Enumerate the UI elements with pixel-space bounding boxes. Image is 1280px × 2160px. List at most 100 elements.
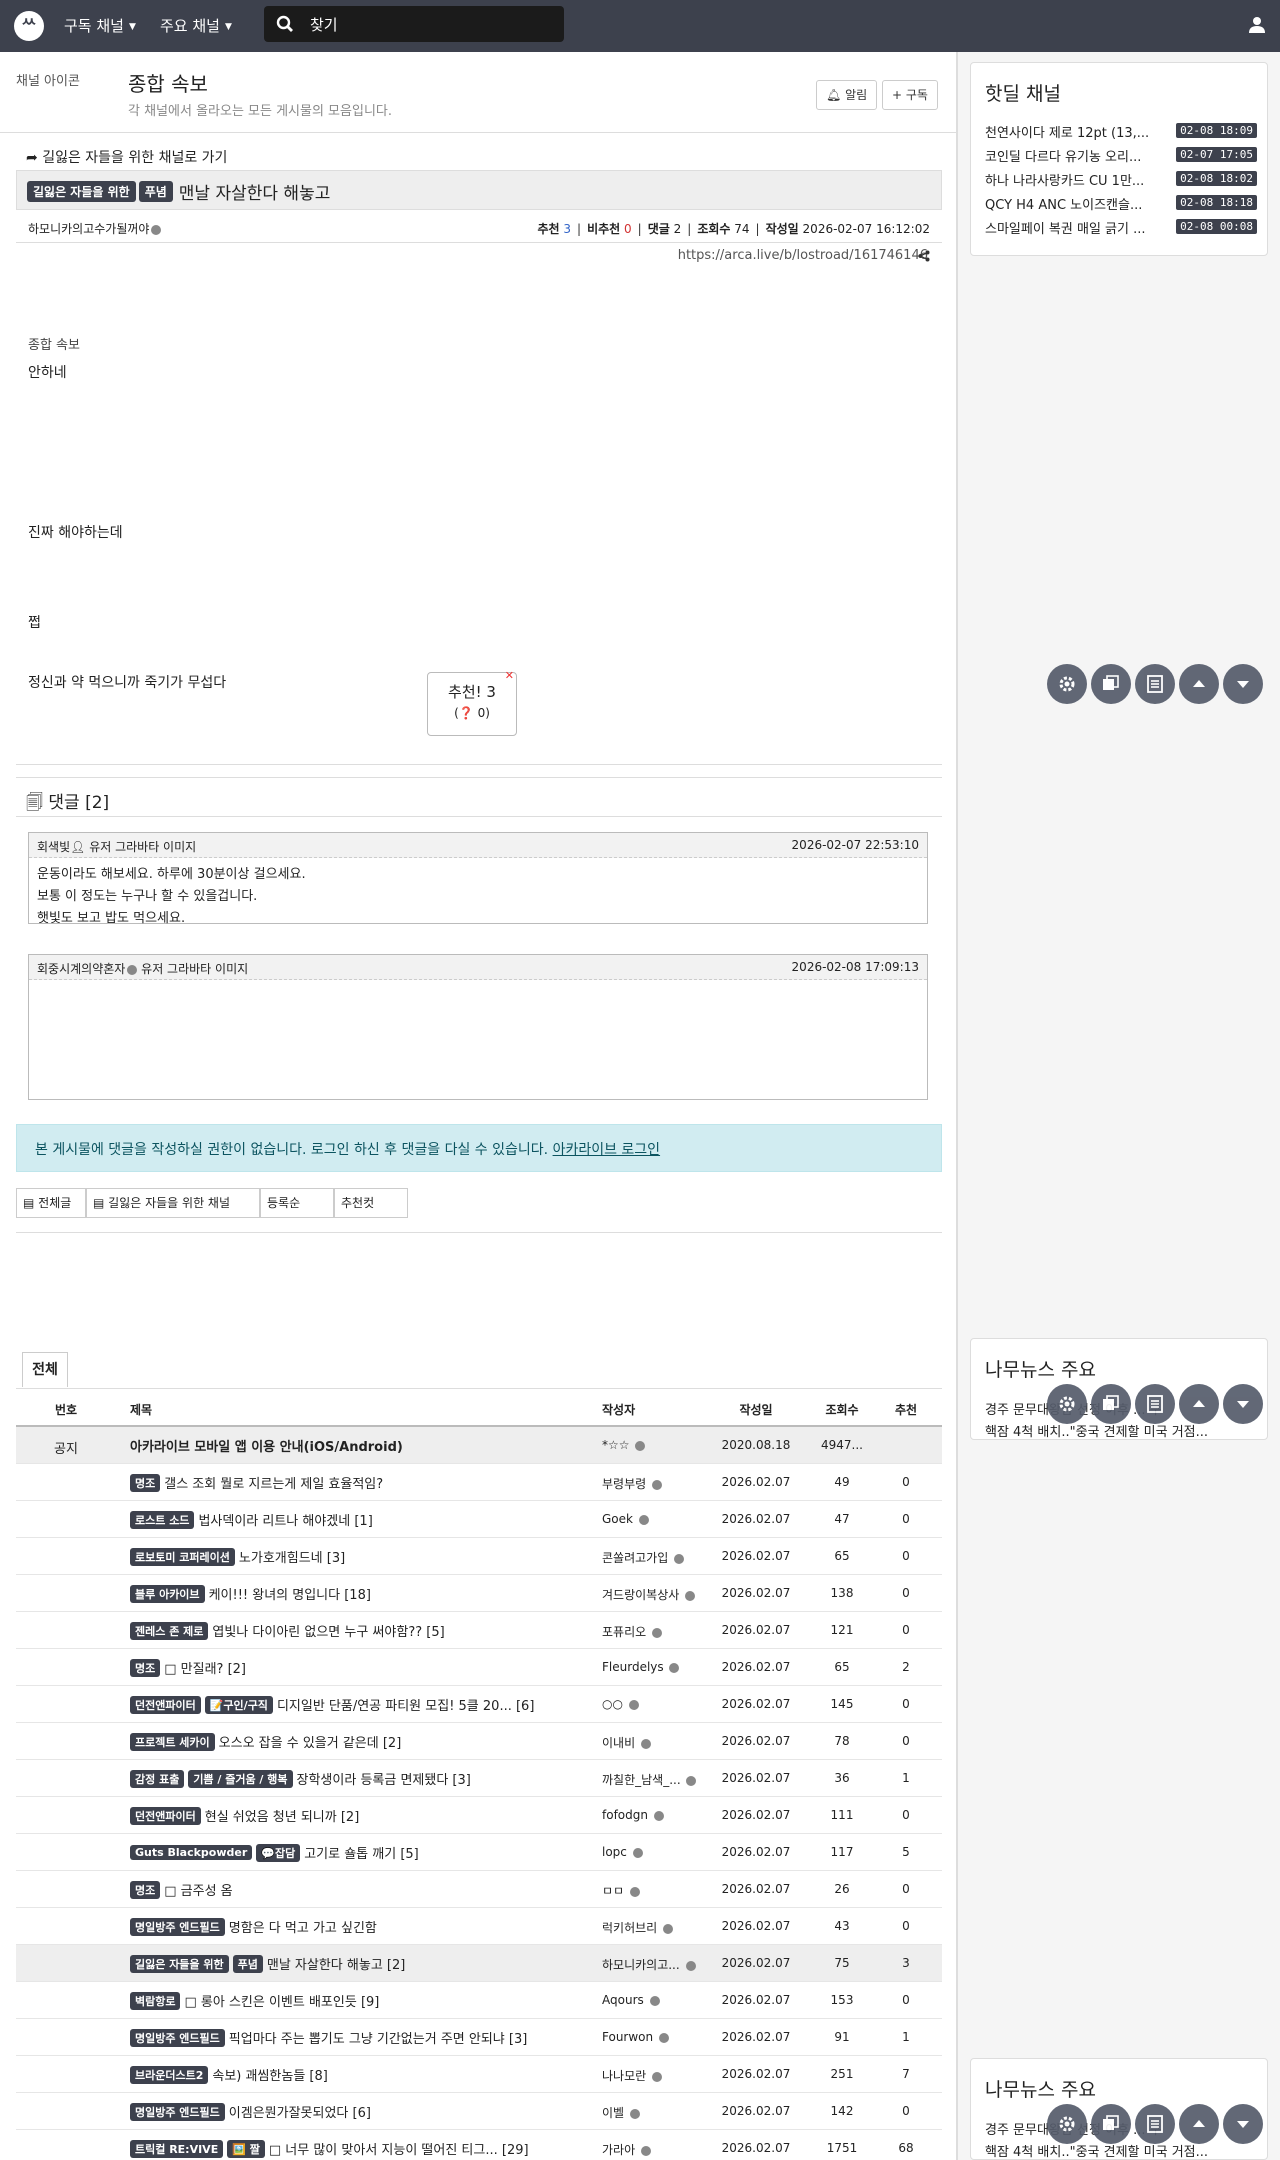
post-author[interactable]: 까칠한_남색_... [602,1771,702,1788]
category-badge[interactable]: 명일방주 엔드필드 [130,1917,225,1936]
scroll-up-button[interactable] [1179,1384,1219,1424]
category-badge[interactable]: 감정 표출 [130,1769,185,1788]
post-title[interactable]: 로스트 소드 법사덱이라 리트나 해야겠네 [1] [130,1510,600,1529]
tab-recommended[interactable]: 추천컷 [334,1188,408,1218]
post-author[interactable]: 이내비 [602,1734,702,1751]
post-title[interactable]: Guts Blackpowder 💬잡담 고기로 숄톱 깨기 [5] [130,1843,600,1862]
channel-badge[interactable]: 길잃은 자들을 위한 [27,181,136,202]
news-item[interactable]: 핵잠 4척 배치.."중국 견제할 미국 거점... [985,2141,1257,2160]
hotdeal-item[interactable]: QCY H4 ANC 노이즈캔슬... 02-08 18:18 [985,193,1257,213]
goto-channel-link[interactable]: ➦ 길잃은 자들을 위한 채널로 가기 [26,147,227,167]
list-button[interactable] [1135,2104,1175,2144]
tab-channel[interactable]: ▤ 길잃은 자들을 위한 채널 [86,1188,260,1218]
table-row[interactable]: 명조 □ 만질래? [2] Fleurdelys 2026.02.07 65 2 [16,1649,942,1686]
scroll-down-button[interactable] [1223,664,1263,704]
scroll-up-button[interactable] [1179,664,1219,704]
hotdeal-item[interactable]: 스마일페이 복권 매일 긁기 ... 02-08 00:08 [985,217,1257,237]
close-icon[interactable]: ✕ [505,669,514,682]
subscribe-button[interactable]: + 구독 [882,80,938,110]
news-item[interactable]: 핵잠 4척 배치.."중국 견제할 미국 거점... [985,1421,1257,1440]
list-button[interactable] [1135,1384,1175,1424]
news-title[interactable]: 나무뉴스 주요 [985,2075,1096,2102]
scroll-up-button[interactable] [1179,2104,1219,2144]
post-author[interactable]: Fleurdelys [602,1660,702,1674]
post-title[interactable]: 명일방주 엔드필드 이겜은뭔가잘못되었다 [6] [130,2102,600,2121]
table-row[interactable]: 브라운더스트2 속보) 괘씸한놈들 [8] 나나모란 2026.02.07 251 7 [16,2056,942,2093]
main-channels-dropdown[interactable]: 주요 채널 ▼ [160,15,232,36]
comments-button[interactable] [1091,1384,1131,1424]
board-title[interactable]: 종합 속보 [128,68,208,97]
table-row[interactable]: 프로젝트 세카이 오스오 잡을 수 있을거 같은데 [2] 이내비 2026.02.… [16,1723,942,1760]
category-badge[interactable]: 프로젝트 세카이 [130,1732,215,1751]
table-row[interactable]: 명조 □ 금주성 옴 ㅁㅁ 2026.02.07 26 0 [16,1871,942,1908]
post-author[interactable]: 부령부령 [602,1475,702,1492]
hotdeal-item[interactable]: 천연사이다 제로 12pt (13,... 02-08 18:09 [985,121,1257,141]
post-title[interactable]: 길잃은 자들을 위한 푸념 맨날 자살한다 해놓고 [2] [130,1954,600,1973]
tab-all-posts[interactable]: ▤ 전체글 [16,1188,86,1218]
table-row[interactable]: Guts Blackpowder 💬잡담 고기로 숄톱 깨기 [5] lopc 202… [16,1834,942,1871]
hotdeal-item[interactable]: 코인딜 다르다 유기농 오리... 02-07 17:05 [985,145,1257,165]
category-badge[interactable]: 💬잡담 [256,1843,301,1862]
post-author[interactable]: ○○ [602,1697,702,1711]
post-author[interactable]: Fourwon [602,2030,702,2044]
post-title[interactable]: 트릭컬 RE:VIVE 🖼️ 짤 □ 너무 많이 맞아서 지능이 떨어진 티그...… [130,2139,600,2158]
post-title[interactable]: 로보토미 코퍼레이션 노가호개힘드네 [3] [130,1547,600,1566]
category-badge[interactable]: 트릭컬 RE:VIVE [130,2139,224,2158]
table-row[interactable]: 명조 갤스 조회 뭘로 지르는게 제일 효율적임? 부령부령 2026.02.07 4… [16,1464,942,1501]
category-badge[interactable]: 명일방주 엔드필드 [130,2028,225,2047]
table-row[interactable]: 던전앤파이터 현실 쉬었음 청년 되니까 [2] fofodgn 2026.02.0… [16,1797,942,1834]
post-author[interactable]: fofodgn [602,1808,702,1822]
category-badge[interactable]: 젠레스 존 제로 [130,1621,209,1640]
category-badge[interactable]: 📝구인/구직 [204,1695,273,1714]
post-author[interactable]: *☆☆ [602,1438,702,1452]
post-author[interactable]: Goek [602,1512,702,1526]
post-title[interactable]: 프로젝트 세카이 오스오 잡을 수 있을거 같은데 [2] [130,1732,600,1751]
search-icon[interactable] [276,15,294,33]
post-author[interactable]: 하모니카의고... [602,1956,702,1973]
settings-button[interactable] [1047,2104,1087,2144]
post-title[interactable]: 블루 아카이브 케이!!! 왕녀의 명입니다 [18] [130,1584,600,1603]
category-badge[interactable]: 브라운더스트2 [130,2065,209,2084]
category-badge[interactable]: 던전앤파이터 [130,1806,201,1825]
hotdeal-title[interactable]: 핫딜 채널 [985,79,1061,106]
category-badge[interactable]: 기쁨 / 즐거움 / 행복 [188,1769,293,1788]
settings-button[interactable] [1047,664,1087,704]
post-title[interactable]: 던전앤파이터 📝구인/구직 디지일반 단품/연공 파티원 모집! 5클 20... … [130,1695,600,1714]
category-badge[interactable]: 명조 [130,1658,161,1677]
post-title[interactable]: 아카라이브 모바일 앱 이용 안내(iOS/Android) [130,1436,600,1455]
category-badge[interactable]: 푸념 [138,181,173,202]
table-row[interactable]: 감정 표출 기쁨 / 즐거움 / 행복 장학생이라 등록금 면제됐다 [3] 까칠한_… [16,1760,942,1797]
post-title[interactable]: 던전앤파이터 현실 쉬었음 청년 되니까 [2] [130,1806,600,1825]
table-row[interactable]: 로스트 소드 법사덱이라 리트나 해야겠네 [1] Goek 2026.02.07 4… [16,1501,942,1538]
tab-all[interactable]: 전체 [22,1352,68,1387]
post-title[interactable]: 벽람항로 □ 롱아 스킨은 이벤트 배포인듯 [9] [130,1991,600,2010]
scroll-down-button[interactable] [1223,1384,1263,1424]
post-author[interactable]: 겨드랑이복상사 [602,1586,702,1603]
post-author[interactable]: Aqours [602,1993,702,2007]
post-title[interactable]: 젠레스 존 제로 엽빛나 다이아린 없으면 누구 써야함?? [5] [130,1621,600,1640]
post-author[interactable]: ㅁㅁ [602,1882,702,1899]
post-author[interactable]: 포퓨리오 [602,1623,702,1640]
list-button[interactable] [1135,664,1175,704]
post-author[interactable]: 가라아 [602,2141,702,2158]
post-title[interactable]: 명조 갤스 조회 뭘로 지르는게 제일 효율적임? [130,1473,600,1492]
news-title[interactable]: 나무뉴스 주요 [985,1355,1096,1382]
comment-author[interactable]: 회색빛👤︎ 유저 그라바타 이미지 [37,838,196,855]
alarm-button[interactable]: 🔔︎ 알림 [816,80,878,110]
subscribed-channels-dropdown[interactable]: 구독 채널 ▼ [64,15,136,36]
post-title[interactable]: 명조 □ 금주성 옴 [130,1880,600,1899]
search-input[interactable] [308,13,552,37]
post-title[interactable]: 감정 표출 기쁨 / 즐거움 / 행복 장학생이라 등록금 면제됐다 [3] [130,1769,600,1788]
category-badge[interactable]: 명조 [130,1880,161,1899]
hotdeal-item[interactable]: 하나 나라사랑카드 CU 1만... 02-08 18:02 [985,169,1257,189]
table-row[interactable]: 길잃은 자들을 위한 푸념 맨날 자살한다 해놓고 [2] 하모니카의고... 202… [16,1945,942,1982]
table-row[interactable]: 블루 아카이브 케이!!! 왕녀의 명입니다 [18] 겨드랑이복상사 2026.0… [16,1575,942,1612]
table-row[interactable]: 로보토미 코퍼레이션 노가호개힘드네 [3] 콘쏠려고가입 2026.02.07 65… [16,1538,942,1575]
login-link[interactable]: 아카라이브 로그인 [553,1142,661,1158]
post-title[interactable]: 명일방주 엔드필드 픽업마다 주는 뽑기도 그냥 기간없는거 주면 안되냐 [3] [130,2028,600,2047]
category-badge[interactable]: 명일방주 엔드필드 [130,2102,225,2121]
category-badge[interactable]: 길잃은 자들을 위한 [130,1954,229,1973]
category-badge[interactable]: 로스트 소드 [130,1510,195,1529]
table-row[interactable]: 명일방주 엔드필드 명함은 다 먹고 가고 싶긴함 럭키허브리 2026.02.07… [16,1908,942,1945]
category-badge[interactable]: 🖼️ 짤 [227,2139,265,2158]
